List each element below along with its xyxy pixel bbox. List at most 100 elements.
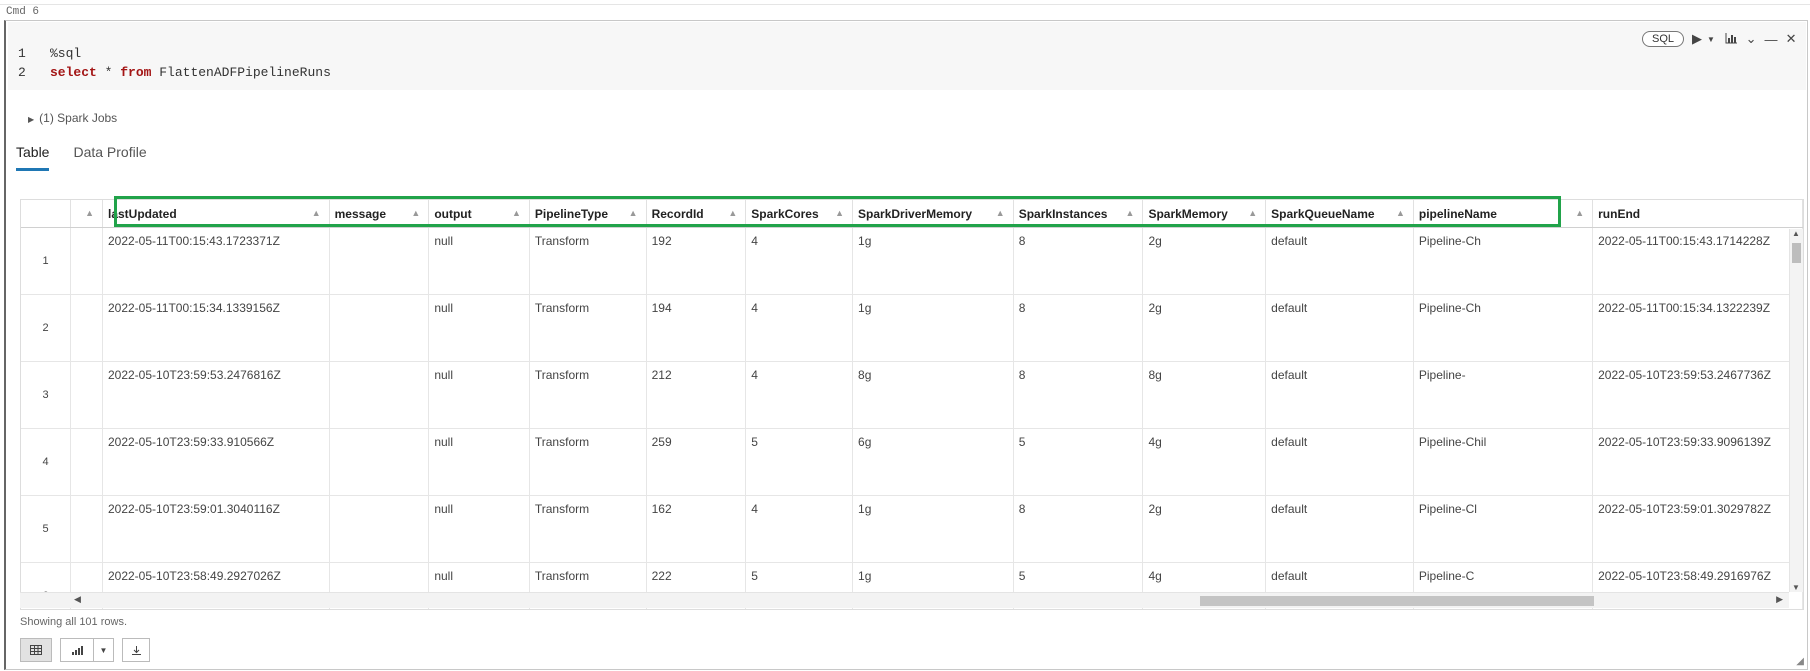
table-cell[interactable]: 5 xyxy=(745,428,854,496)
column-header[interactable]: PipelineType ▲ xyxy=(529,200,647,228)
tab-table[interactable]: Table xyxy=(16,144,50,171)
scroll-up-icon[interactable]: ▲ xyxy=(1792,229,1800,238)
sort-icon[interactable]: ▲ xyxy=(411,208,420,218)
table-cell[interactable]: default xyxy=(1265,361,1414,429)
minimize-icon[interactable]: — xyxy=(1764,32,1778,47)
tab-data-profile[interactable]: Data Profile xyxy=(73,144,146,171)
chart-icon[interactable] xyxy=(1724,32,1738,47)
table-cell[interactable]: Transform xyxy=(529,428,647,496)
sort-icon[interactable]: ▲ xyxy=(1396,208,1405,218)
scroll-down-icon[interactable]: ▼ xyxy=(1792,583,1800,592)
table-cell[interactable]: 2022-05-11T00:15:43.1723371Z xyxy=(102,227,330,295)
column-header[interactable]: lastUpdated ▲ xyxy=(102,200,330,228)
table-cell[interactable]: Pipeline-Ch xyxy=(1413,294,1594,362)
table-cell[interactable]: default xyxy=(1265,227,1414,295)
download-button[interactable] xyxy=(122,638,150,662)
table-cell[interactable]: Pipeline-Cl xyxy=(1413,495,1594,563)
table-cell[interactable]: default xyxy=(1265,495,1414,563)
table-cell[interactable]: 2g xyxy=(1142,294,1267,362)
table-cell[interactable] xyxy=(329,495,430,563)
sort-icon[interactable]: ▲ xyxy=(728,208,737,218)
column-header[interactable]: runEnd xyxy=(1592,200,1803,228)
table-cell[interactable]: 2022-05-10T23:59:33.910566Z xyxy=(102,428,330,496)
code-line[interactable]: %sql xyxy=(50,46,81,61)
chevron-down-icon[interactable]: ⌄ xyxy=(1744,31,1758,47)
sort-icon[interactable]: ▲ xyxy=(835,208,844,218)
table-cell[interactable]: Pipeline-Chil xyxy=(1413,428,1594,496)
sort-icon[interactable]: ▲ xyxy=(512,208,521,218)
code-line[interactable]: select * from FlattenADFPipelineRuns xyxy=(50,65,331,80)
table-cell[interactable]: Pipeline- xyxy=(1413,361,1594,429)
horizontal-scrollbar[interactable]: ◀ ▶ xyxy=(20,592,1789,608)
table-cell[interactable]: null xyxy=(428,361,530,429)
table-cell[interactable]: 6g xyxy=(852,428,1014,496)
table-row[interactable]: 1 2022-05-11T00:15:43.1723371Z null Transfo… xyxy=(21,227,1803,295)
table-cell[interactable]: 2022-05-10T23:59:33.9096139Z xyxy=(1592,428,1803,496)
table-cell[interactable]: 259 xyxy=(646,428,747,496)
table-cell[interactable]: 2022-05-10T23:59:01.3040116Z xyxy=(102,495,330,563)
table-cell[interactable]: 2022-05-11T00:15:43.1714228Z xyxy=(1592,227,1803,295)
scroll-left-icon[interactable]: ◀ xyxy=(74,594,81,605)
table-cell[interactable]: 4 xyxy=(745,227,854,295)
run-menu-chevron-icon[interactable]: ▼ xyxy=(1704,35,1718,44)
table-cell[interactable]: 4 xyxy=(745,495,854,563)
table-cell[interactable]: 2g xyxy=(1142,227,1267,295)
spark-jobs-toggle[interactable]: ▶ (1) Spark Jobs xyxy=(28,111,117,125)
scroll-right-icon[interactable]: ▶ xyxy=(1776,594,1783,605)
run-icon[interactable]: ▶ xyxy=(1690,31,1704,47)
sort-icon[interactable]: ▲ xyxy=(1575,208,1584,218)
sort-icon[interactable]: ▲ xyxy=(1126,208,1135,218)
table-cell[interactable]: 1g xyxy=(852,227,1014,295)
column-header[interactable]: output ▲ xyxy=(428,200,530,228)
table-cell[interactable]: 8 xyxy=(1013,294,1144,362)
table-cell[interactable]: 2022-05-10T23:59:53.2467736Z xyxy=(1592,361,1803,429)
column-header[interactable]: pipelineName ▲ xyxy=(1413,200,1594,228)
column-header[interactable]: message ▲ xyxy=(329,200,430,228)
chart-view-button[interactable] xyxy=(60,638,94,662)
sort-icon[interactable]: ▲ xyxy=(996,208,1005,218)
table-cell[interactable]: 4g xyxy=(1142,428,1267,496)
table-row[interactable]: 3 2022-05-10T23:59:53.2476816Z null Transfo… xyxy=(21,361,1803,429)
table-cell[interactable]: null xyxy=(428,495,530,563)
table-cell[interactable] xyxy=(329,428,430,496)
table-cell[interactable]: 194 xyxy=(646,294,747,362)
table-cell[interactable]: Transform xyxy=(529,294,647,362)
table-cell[interactable]: 4 xyxy=(745,294,854,362)
vertical-scroll-thumb[interactable] xyxy=(1792,243,1801,263)
table-cell[interactable]: default xyxy=(1265,294,1414,362)
table-view-button[interactable] xyxy=(20,638,52,662)
resize-handle-icon[interactable]: ◢ xyxy=(1796,656,1804,667)
sort-icon[interactable]: ▲ xyxy=(312,208,321,218)
column-header[interactable]: SparkMemory ▲ xyxy=(1142,200,1267,228)
table-cell[interactable]: Transform xyxy=(529,227,647,295)
table-cell[interactable]: 4 xyxy=(745,361,854,429)
table-cell[interactable]: 5 xyxy=(1013,428,1144,496)
table-cell[interactable]: 2022-05-11T00:15:34.1339156Z xyxy=(102,294,330,362)
table-cell[interactable]: 2g xyxy=(1142,495,1267,563)
table-cell[interactable]: 192 xyxy=(646,227,747,295)
column-header[interactable]: SparkCores ▲ xyxy=(745,200,854,228)
table-cell[interactable]: 162 xyxy=(646,495,747,563)
column-header[interactable]: RecordId ▲ xyxy=(646,200,747,228)
column-header[interactable]: SparkDriverMemory ▲ xyxy=(852,200,1014,228)
table-cell[interactable]: 212 xyxy=(646,361,747,429)
close-icon[interactable]: ✕ xyxy=(1784,31,1798,47)
table-cell[interactable] xyxy=(329,227,430,295)
table-cell[interactable]: null xyxy=(428,227,530,295)
table-cell[interactable] xyxy=(329,294,430,362)
column-header[interactable]: SparkInstances ▲ xyxy=(1013,200,1144,228)
table-cell[interactable]: 1g xyxy=(852,294,1014,362)
sort-icon[interactable]: ▲ xyxy=(629,208,638,218)
table-cell[interactable]: null xyxy=(428,428,530,496)
sort-icon[interactable]: ▲ xyxy=(1248,208,1257,218)
chart-type-dropdown[interactable]: ▼ xyxy=(94,638,114,662)
language-badge[interactable]: SQL xyxy=(1642,31,1685,47)
table-cell[interactable]: 8 xyxy=(1013,227,1144,295)
table-cell[interactable]: null xyxy=(428,294,530,362)
table-cell[interactable]: 2022-05-10T23:59:01.3029782Z xyxy=(1592,495,1803,563)
table-cell[interactable]: 2022-05-11T00:15:34.1322239Z xyxy=(1592,294,1803,362)
table-cell[interactable]: Transform xyxy=(529,495,647,563)
column-header[interactable]: SparkQueueName ▲ xyxy=(1265,200,1414,228)
table-cell[interactable]: 8g xyxy=(852,361,1014,429)
vertical-scrollbar[interactable]: ▲ ▼ xyxy=(1789,229,1803,592)
